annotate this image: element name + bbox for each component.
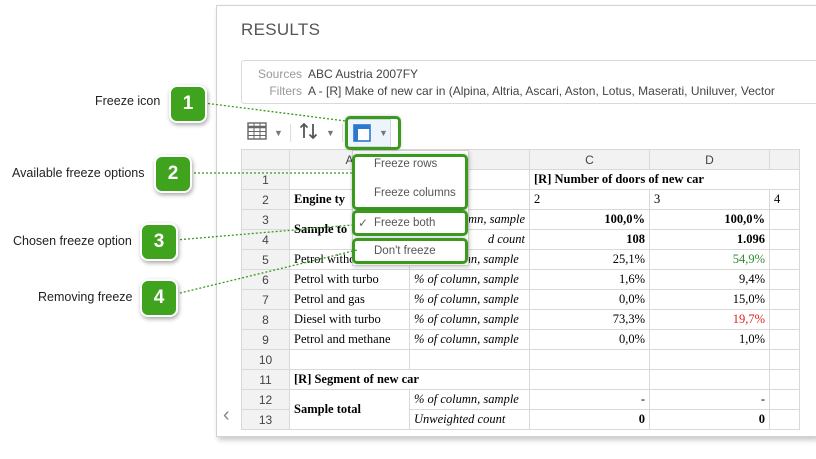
callout-label-2: Available freeze options bbox=[12, 166, 145, 180]
callout-badge-3: 3 bbox=[140, 223, 178, 261]
callout-label-1: Freeze icon bbox=[95, 94, 161, 108]
callout-badge-1: 1 bbox=[169, 85, 207, 123]
callout-label-4: Removing freeze bbox=[38, 290, 133, 304]
callout-badge-4: 4 bbox=[140, 279, 178, 317]
callout-leader-lines bbox=[175, 102, 358, 295]
callout-badge-2: 2 bbox=[154, 155, 192, 193]
callout-label-3: Chosen freeze option bbox=[13, 234, 132, 248]
